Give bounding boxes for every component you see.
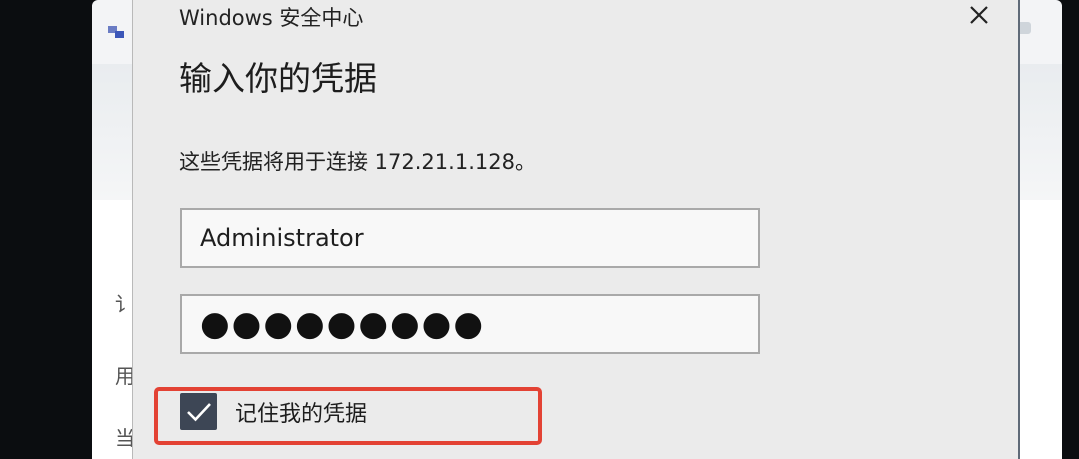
username-input[interactable] xyxy=(180,208,760,268)
checkmark-icon xyxy=(186,402,211,421)
network-icon xyxy=(108,26,124,38)
close-icon xyxy=(970,6,988,24)
page-title: 输入你的凭据 xyxy=(179,59,377,98)
remember-credentials-checkbox[interactable]: 记住我的凭据 xyxy=(180,393,367,430)
credential-dialog: Windows 安全中心 输入你的凭据 这些凭据将用于连接 172.21.1.1… xyxy=(132,0,1020,459)
password-input[interactable] xyxy=(180,294,760,354)
remember-credentials-label: 记住我的凭据 xyxy=(235,401,368,427)
connection-description: 这些凭据将用于连接 172.21.1.128。 xyxy=(179,150,536,174)
checkbox-box[interactable] xyxy=(180,393,217,430)
close-button[interactable] xyxy=(959,0,999,30)
dialog-title: Windows 安全中心 xyxy=(179,6,364,30)
